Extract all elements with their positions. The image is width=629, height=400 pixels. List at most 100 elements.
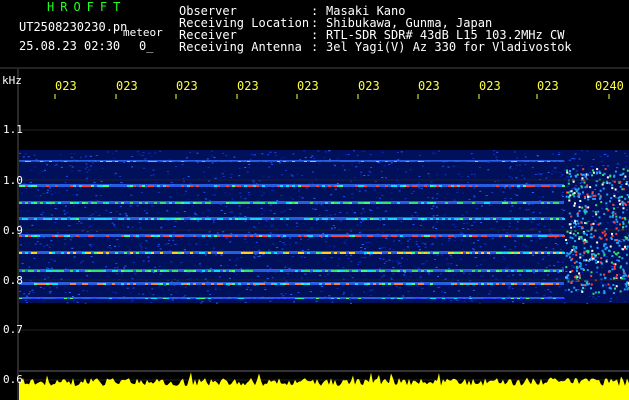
carrier-segment bbox=[298, 252, 301, 254]
carrier-segment bbox=[58, 202, 61, 204]
carrier-segment bbox=[466, 298, 469, 299]
carrier-segment bbox=[550, 235, 553, 237]
carrier-segment bbox=[28, 270, 31, 272]
carrier-segment bbox=[388, 202, 391, 204]
carrier-segment bbox=[313, 270, 316, 272]
carrier-segment bbox=[52, 283, 55, 285]
carrier-segment bbox=[259, 283, 262, 285]
carrier-segment bbox=[28, 235, 31, 237]
antenna-label: Receiving Antenna bbox=[179, 40, 302, 54]
carrier-segment bbox=[193, 283, 196, 285]
carrier-segment bbox=[22, 270, 25, 272]
carrier-segment bbox=[163, 161, 166, 162]
carrier-segment bbox=[523, 283, 526, 285]
carrier-segment bbox=[394, 235, 397, 237]
signal-strip bbox=[19, 372, 629, 400]
carrier-segment bbox=[343, 202, 346, 204]
carrier-segment bbox=[94, 252, 97, 254]
carrier-segment bbox=[91, 185, 94, 187]
carrier-segment bbox=[187, 185, 190, 187]
carrier-segment bbox=[469, 298, 472, 299]
carrier-segment bbox=[505, 202, 508, 204]
carrier-segment bbox=[268, 252, 271, 254]
carrier-segment bbox=[241, 270, 244, 272]
carrier-segment bbox=[181, 218, 184, 220]
carrier-segment bbox=[370, 270, 373, 272]
carrier-segment bbox=[127, 218, 130, 220]
carrier-segment bbox=[163, 185, 166, 187]
carrier-segment bbox=[448, 252, 451, 254]
carrier-segment bbox=[466, 283, 469, 285]
carrier-segment bbox=[322, 185, 325, 187]
carrier-segment bbox=[181, 185, 184, 187]
carrier-segment bbox=[115, 252, 118, 254]
carrier-segment bbox=[559, 252, 562, 254]
carrier-segment bbox=[253, 283, 256, 285]
carrier-segment bbox=[256, 235, 259, 237]
carrier-segment bbox=[325, 235, 328, 237]
carrier-segment bbox=[349, 202, 352, 204]
carrier-segment bbox=[19, 252, 22, 254]
carrier-segment bbox=[436, 161, 439, 162]
carrier-segment bbox=[223, 235, 226, 237]
carrier-segment bbox=[460, 185, 463, 187]
carrier-segment bbox=[535, 252, 538, 254]
carrier-segment bbox=[394, 283, 397, 285]
carrier-segment bbox=[58, 270, 61, 272]
carrier-segment bbox=[106, 161, 109, 162]
carrier-segment bbox=[274, 298, 277, 299]
carrier-segment bbox=[352, 270, 355, 272]
carrier-segment bbox=[166, 298, 169, 299]
carrier-segment bbox=[277, 161, 280, 162]
carrier-segment bbox=[307, 270, 310, 272]
carrier-segment bbox=[529, 161, 532, 162]
carrier-segment bbox=[385, 185, 388, 187]
carrier-segment bbox=[487, 270, 490, 272]
carrier-segment bbox=[100, 252, 103, 254]
carrier-segment bbox=[397, 161, 400, 162]
carrier-segment bbox=[49, 218, 52, 220]
carrier-segment bbox=[451, 283, 454, 285]
carrier-segment bbox=[502, 298, 505, 299]
carrier-segment bbox=[94, 218, 97, 220]
carrier-segment bbox=[478, 270, 481, 272]
carrier-segment bbox=[535, 270, 538, 272]
carrier-segment bbox=[229, 270, 232, 272]
carrier-segment bbox=[319, 283, 322, 285]
carrier-segment bbox=[118, 161, 121, 162]
carrier-segment bbox=[442, 298, 445, 299]
carrier-segment bbox=[415, 161, 418, 162]
carrier-segment bbox=[562, 218, 565, 220]
carrier-segment bbox=[304, 185, 307, 187]
carrier-segment bbox=[295, 161, 298, 162]
carrier-segment bbox=[400, 252, 403, 254]
carrier-segment bbox=[40, 283, 43, 285]
carrier-segment bbox=[511, 270, 514, 272]
carrier-segment bbox=[25, 252, 28, 254]
carrier-segment bbox=[145, 235, 148, 237]
carrier-segment bbox=[412, 202, 415, 204]
carrier-segment bbox=[52, 161, 55, 162]
carrier-segment bbox=[334, 202, 337, 204]
carrier-segment bbox=[31, 270, 34, 272]
carrier-segment bbox=[304, 283, 307, 285]
carrier-segment bbox=[301, 298, 304, 299]
carrier-segment bbox=[547, 270, 550, 272]
carrier-segment bbox=[415, 202, 418, 204]
y-tick-label: 0.8 bbox=[3, 274, 23, 287]
carrier-segment bbox=[133, 235, 136, 237]
carrier-segment bbox=[250, 185, 253, 187]
carrier-segment bbox=[259, 202, 262, 204]
carrier-segment bbox=[250, 252, 253, 254]
carrier-segment bbox=[427, 202, 430, 204]
carrier-segment bbox=[280, 185, 283, 187]
carrier-segment bbox=[208, 252, 211, 254]
carrier-segment bbox=[202, 161, 205, 162]
carrier-segment bbox=[166, 235, 169, 237]
carrier-segment bbox=[160, 283, 163, 285]
carrier-segment bbox=[40, 298, 43, 299]
carrier-segment bbox=[262, 283, 265, 285]
x-tick-label: 023 bbox=[55, 79, 77, 93]
carrier-segment bbox=[484, 218, 487, 220]
carrier-segment bbox=[103, 161, 106, 162]
